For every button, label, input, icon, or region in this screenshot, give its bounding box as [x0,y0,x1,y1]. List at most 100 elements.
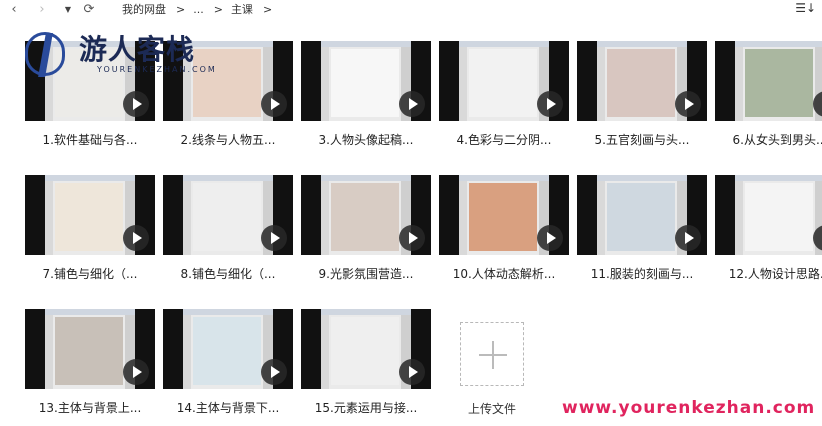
file-name-label[interactable]: 10.人体动态解析... [439,265,569,282]
breadcrumb-item-current[interactable]: 主课 [231,1,253,17]
thumbnail-artwork [193,49,261,117]
video-thumbnail[interactable] [163,41,293,121]
thumbnail-artwork [607,49,675,117]
thumbnail-ui-panel [321,315,329,389]
thumbnail-ui-panel [45,41,135,47]
forward-arrow-icon[interactable]: › [34,1,50,17]
thumbnail-artwork [55,317,123,385]
video-file-item[interactable]: 5.五官刻画与头... [577,41,707,161]
video-thumbnail[interactable] [163,309,293,389]
breadcrumb-separator: > [262,2,273,16]
video-file-item[interactable]: 6.从女头到男头... [715,41,822,161]
video-file-item[interactable]: 3.人物头像起稿... [301,41,431,161]
thumbnail-ui-panel [459,41,549,47]
play-icon[interactable] [261,225,287,251]
video-thumbnail[interactable] [163,175,293,255]
play-icon[interactable] [123,225,149,251]
play-icon[interactable] [399,359,425,385]
breadcrumb-item-my-netdisk[interactable]: 我的网盘 [122,1,166,17]
video-file-item[interactable]: 1.软件基础与各... [25,41,155,161]
video-file-item[interactable]: 15.元素运用与接... [301,309,431,426]
thumbnail-frame [735,41,822,121]
video-file-item[interactable]: 14.主体与背景下... [163,309,293,426]
thumbnail-ui-panel [321,181,329,255]
video-thumbnail[interactable] [577,175,707,255]
thumbnail-ui-panel [459,47,467,121]
video-file-item[interactable]: 12.人物设计思路... [715,175,822,295]
play-icon[interactable] [261,359,287,385]
thumbnail-frame [321,41,411,121]
play-icon[interactable] [675,225,701,251]
upload-file-button[interactable] [460,322,524,386]
file-name-label[interactable]: 7.铺色与细化（... [25,265,155,282]
thumbnail-artwork [193,183,261,251]
play-icon[interactable] [537,91,563,117]
video-file-item[interactable]: 2.线条与人物五... [163,41,293,161]
play-icon[interactable] [399,225,425,251]
thumbnail-ui-panel [45,175,135,181]
back-arrow-icon[interactable]: ‹ [6,1,22,17]
video-thumbnail[interactable] [25,175,155,255]
video-thumbnail[interactable] [577,41,707,121]
file-name-label[interactable]: 9.光影氛围营造... [301,265,431,282]
thumbnail-ui-panel [183,309,273,315]
file-name-label[interactable]: 8.铺色与细化（... [163,265,293,282]
file-name-label[interactable]: 15.元素运用与接... [301,399,431,416]
video-thumbnail[interactable] [715,175,822,255]
play-icon[interactable] [537,225,563,251]
refresh-icon[interactable]: ⟳ [80,1,98,17]
thumbnail-artwork [469,49,537,117]
thumbnail-ui-panel [321,175,411,181]
thumbnail-ui-panel [597,41,687,47]
video-file-item[interactable]: 11.服装的刻画与... [577,175,707,295]
play-icon[interactable] [123,91,149,117]
file-name-label[interactable]: 13.主体与背景上... [25,399,155,416]
play-icon[interactable] [123,359,149,385]
video-file-item[interactable]: 4.色彩与二分阴... [439,41,569,161]
video-thumbnail[interactable] [301,175,431,255]
upload-file-label[interactable]: 上传文件 [452,400,532,417]
video-file-item[interactable]: 9.光影氛围营造... [301,175,431,295]
thumbnail-ui-panel [321,41,411,47]
thumbnail-ui-panel [321,309,411,315]
history-dropdown-icon[interactable]: ▼ [62,1,74,17]
video-file-item[interactable]: 13.主体与背景上... [25,309,155,426]
file-name-label[interactable]: 12.人物设计思路... [715,265,822,282]
play-icon[interactable] [261,91,287,117]
video-file-item[interactable]: 8.铺色与细化（... [163,175,293,295]
file-name-label[interactable]: 4.色彩与二分阴... [439,131,569,148]
play-icon[interactable] [675,91,701,117]
thumbnail-ui-panel [183,175,273,181]
file-name-label[interactable]: 2.线条与人物五... [163,131,293,148]
thumbnail-artwork [331,317,399,385]
thumbnail-frame [45,309,135,389]
breadcrumb-separator: > [176,2,186,16]
video-file-item[interactable]: 10.人体动态解析... [439,175,569,295]
video-thumbnail[interactable] [25,41,155,121]
thumbnail-ui-panel [183,315,191,389]
play-icon[interactable] [399,91,425,117]
thumbnail-ui-panel [45,47,53,121]
file-name-label[interactable]: 5.五官刻画与头... [577,131,707,148]
file-name-label[interactable]: 1.软件基础与各... [25,131,155,148]
video-thumbnail[interactable] [715,41,822,121]
breadcrumb-item-ellipsis[interactable]: ... [193,3,204,16]
file-name-label[interactable]: 3.人物头像起稿... [301,131,431,148]
video-thumbnail[interactable] [439,41,569,121]
video-thumbnail[interactable] [301,309,431,389]
file-name-label[interactable]: 6.从女头到男头... [715,131,822,148]
video-thumbnail[interactable] [301,41,431,121]
thumbnail-frame [183,309,273,389]
file-name-label[interactable]: 11.服装的刻画与... [577,265,707,282]
video-thumbnail[interactable] [439,175,569,255]
thumbnail-ui-panel [321,47,329,121]
thumbnail-artwork [331,49,399,117]
thumbnail-artwork [745,183,813,251]
thumbnail-frame [321,309,411,389]
file-name-label[interactable]: 14.主体与背景下... [163,399,293,416]
sort-icon[interactable]: ☰↓ [795,1,816,15]
thumbnail-ui-panel [183,41,273,47]
video-thumbnail[interactable] [25,309,155,389]
video-file-item[interactable]: 7.铺色与细化（... [25,175,155,295]
breadcrumb-separator: > [213,2,223,16]
